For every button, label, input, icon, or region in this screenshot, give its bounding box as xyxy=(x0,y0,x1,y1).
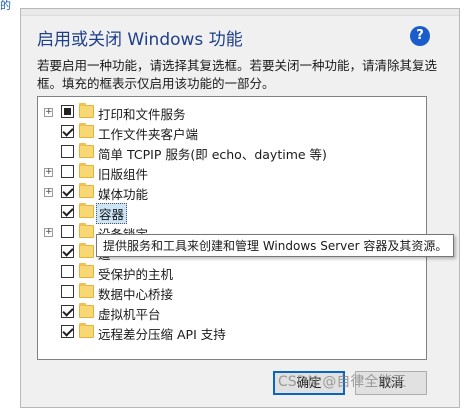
feature-label: 受保护的主机 xyxy=(98,267,174,282)
feature-label: 容器 xyxy=(96,203,128,224)
feature-label: 打印和文件服务 xyxy=(98,107,186,122)
watermark: CSDN @自律全能王 xyxy=(278,374,407,390)
expand-icon[interactable]: + xyxy=(44,228,53,237)
folder-icon xyxy=(79,203,94,218)
feature-row[interactable]: 简单 TCPIP 服务(即 echo、daytime 等) xyxy=(38,142,408,162)
feature-checkbox[interactable] xyxy=(61,145,74,158)
folder-icon xyxy=(79,243,94,258)
folder-icon xyxy=(79,223,94,238)
expand-icon[interactable]: + xyxy=(44,168,53,177)
feature-checkbox[interactable] xyxy=(61,105,74,118)
expand-icon[interactable]: + xyxy=(44,108,53,117)
feature-checkbox[interactable] xyxy=(61,225,74,238)
feature-tree: 远程差分压缩 API 支持虚拟机平台数据中心桥接受保护的主机适+设备锁定容器+媒… xyxy=(37,96,427,360)
feature-label: 媒体功能 xyxy=(98,187,149,202)
feature-checkbox[interactable] xyxy=(61,325,74,338)
feature-row[interactable]: 远程差分压缩 API 支持 xyxy=(38,322,408,342)
title-bar xyxy=(21,9,459,16)
feature-row[interactable]: 数据中心桥接 xyxy=(38,282,408,302)
vertical-scrollbar[interactable] xyxy=(426,97,427,359)
feature-row[interactable]: 容器 xyxy=(38,202,408,224)
feature-checkbox[interactable] xyxy=(61,265,74,278)
feature-checkbox[interactable] xyxy=(61,245,74,258)
feature-row[interactable]: 受保护的主机 xyxy=(38,262,408,282)
feature-label: 旧版组件 xyxy=(98,167,149,182)
folder-icon xyxy=(79,163,94,178)
feature-row[interactable]: + 媒体功能 xyxy=(38,182,408,202)
feature-label: 远程差分压缩 API 支持 xyxy=(98,327,226,342)
feature-row[interactable]: + 打印和文件服务 xyxy=(38,102,408,122)
feature-checkbox[interactable] xyxy=(61,185,74,198)
folder-icon xyxy=(79,303,94,318)
feature-row[interactable]: 工作文件夹客户端 xyxy=(38,122,408,142)
folder-icon xyxy=(79,323,94,338)
dialog-description: 若要启用一种功能，请选择其复选框。若要关闭一种功能，请清除其复选框。填充的框表示… xyxy=(37,58,438,91)
feature-label: 虚拟机平台 xyxy=(98,307,161,322)
background-link-fragment: 的 xyxy=(0,0,11,12)
feature-checkbox[interactable] xyxy=(61,305,74,318)
folder-icon xyxy=(79,263,94,278)
help-icon[interactable]: ? xyxy=(410,26,430,46)
windows-features-dialog: 启用或关闭 Windows 功能 ? 若要启用一种功能，请选择其复选框。若要关闭… xyxy=(20,8,460,408)
feature-label: 工作文件夹客户端 xyxy=(98,127,199,142)
feature-checkbox[interactable] xyxy=(61,285,74,298)
feature-checkbox[interactable] xyxy=(61,205,74,218)
feature-label: 数据中心桥接 xyxy=(98,287,174,302)
feature-tooltip: 提供服务和工具来创建和管理 Windows Server 容器及其资源。 xyxy=(96,234,455,257)
dialog-heading: 启用或关闭 Windows 功能 xyxy=(37,30,243,50)
folder-icon xyxy=(79,123,94,138)
folder-icon xyxy=(79,103,94,118)
feature-row[interactable]: + 旧版组件 xyxy=(38,162,408,182)
feature-checkbox[interactable] xyxy=(61,125,74,138)
folder-icon xyxy=(79,283,94,298)
folder-icon xyxy=(79,183,94,198)
folder-icon xyxy=(79,143,94,158)
feature-row[interactable]: 虚拟机平台 xyxy=(38,302,408,322)
feature-checkbox[interactable] xyxy=(61,165,74,178)
expand-icon[interactable]: + xyxy=(44,188,53,197)
feature-label: 简单 TCPIP 服务(即 echo、daytime 等) xyxy=(98,147,327,162)
